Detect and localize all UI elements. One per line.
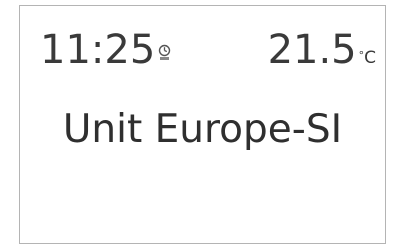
degree-symbol: °: [358, 49, 365, 62]
screen-title: Unit Europe-SI: [62, 107, 343, 152]
time-value: 11:25: [40, 27, 156, 73]
temperature-unit: °C: [359, 48, 376, 68]
lcd-display: 11:25 21.5 °C Unit Europe-SI: [19, 5, 386, 244]
temperature-value: 21.5: [267, 27, 357, 73]
clock: 11:25: [40, 26, 171, 74]
temperature: 21.5 °C: [268, 26, 376, 74]
clock-icon: [158, 44, 171, 61]
temperature-unit-letter: C: [364, 48, 376, 68]
status-bar: 11:25 21.5 °C: [20, 26, 385, 78]
